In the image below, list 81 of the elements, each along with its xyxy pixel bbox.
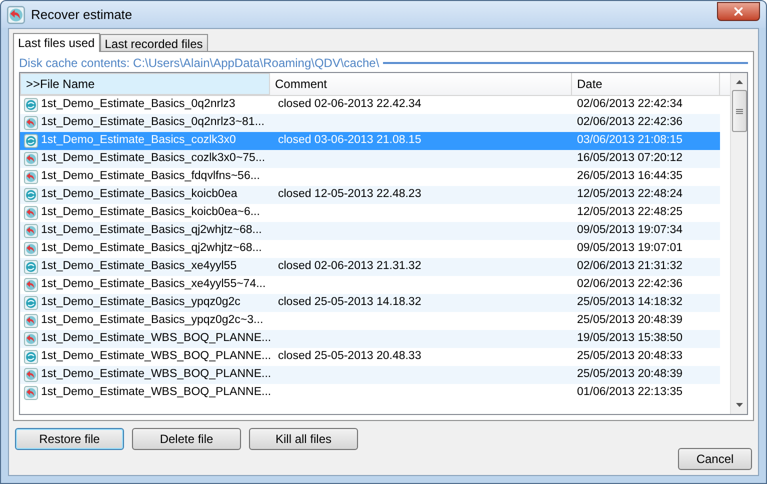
- restore-arrow-icon: [24, 386, 38, 400]
- restore-arrow-icon: [24, 116, 38, 130]
- date-text: 25/05/2013 20:48:39: [577, 368, 683, 380]
- cancel-button[interactable]: Cancel: [678, 448, 752, 470]
- date-text: 09/05/2013 19:07:34: [577, 224, 683, 236]
- file-row[interactable]: 1st_Demo_Estimate_WBS_BOQ_PLANNE... 19/05/2013 15:38:50: [20, 330, 720, 348]
- file-name: 1st_Demo_Estimate_Basics_qj2whjtz~68...: [41, 223, 262, 238]
- comment-text: closed 25-05-2013 20.48.33: [278, 350, 422, 362]
- column-header[interactable]: >>File Name: [20, 73, 270, 95]
- date-text: 25/05/2013 14:18:32: [577, 296, 683, 308]
- restore-arrow-icon: [24, 314, 38, 328]
- scrollbar[interactable]: [730, 73, 747, 414]
- file-name: 1st_Demo_Estimate_WBS_BOQ_PLANNE...: [41, 385, 272, 400]
- globe-icon: [24, 188, 38, 202]
- restore-arrow-icon: [24, 368, 38, 382]
- file-name: 1st_Demo_Estimate_Basics_0q2nrlz3: [41, 97, 236, 112]
- close-icon: [732, 5, 745, 18]
- comment-text: closed 25-05-2013 14.18.32: [278, 296, 422, 308]
- date-text: 19/05/2013 15:38:50: [577, 332, 683, 344]
- file-name: 1st_Demo_Estimate_Basics_qj2whjtz~68...: [41, 241, 262, 256]
- file-name: 1st_Demo_Estimate_Basics_koicb0ea: [41, 187, 238, 202]
- file-name: 1st_Demo_Estimate_Basics_ypqz0g2c~3...: [41, 313, 264, 328]
- file-name: 1st_Demo_Estimate_Basics_cozlk3x0: [41, 133, 236, 148]
- file-name: 1st_Demo_Estimate_Basics_fdqvlfns~56...: [41, 169, 260, 184]
- file-name: 1st_Demo_Estimate_WBS_BOQ_PLANNE...: [41, 331, 272, 346]
- action-button[interactable]: Kill all files: [249, 428, 358, 450]
- date-text: 02/06/2013 22:42:34: [577, 98, 683, 110]
- file-row[interactable]: 1st_Demo_Estimate_Basics_qj2whjtz~68... 09/05/2013 19:07:34: [20, 222, 720, 240]
- date-text: 09/05/2013 19:07:01: [577, 242, 683, 254]
- file-row[interactable]: 1st_Demo_Estimate_WBS_BOQ_PLANNE... 25/05/2013 20:48:39: [20, 366, 720, 384]
- scroll-thumb[interactable]: [732, 90, 746, 132]
- restore-arrow-icon: [24, 224, 38, 238]
- date-text: 12/05/2013 22:48:24: [577, 188, 683, 200]
- window-title: Recover estimate: [31, 6, 132, 24]
- date-text: 02/06/2013 21:31:32: [577, 260, 683, 272]
- restore-arrow-icon: [24, 278, 38, 292]
- comment-text: closed 02-06-2013 21.31.32: [278, 260, 422, 272]
- file-row[interactable]: 1st_Demo_Estimate_Basics_cozlk3x0~75... 16/05/2013 07:20:12: [20, 150, 720, 168]
- file-name: 1st_Demo_Estimate_Basics_koicb0ea~6...: [41, 205, 260, 220]
- column-header[interactable]: Date: [572, 73, 720, 95]
- globe-icon: [24, 260, 38, 274]
- date-text: 01/06/2013 22:13:35: [577, 386, 683, 398]
- file-row[interactable]: 1st_Demo_Estimate_Basics_0q2nrlz3~81... 02/06/2013 22:42:36: [20, 114, 720, 132]
- date-text: 12/05/2013 22:48:25: [577, 206, 683, 218]
- file-name: 1st_Demo_Estimate_Basics_xe4yyl55: [41, 259, 237, 274]
- close-button[interactable]: [717, 2, 760, 21]
- tab[interactable]: Last files used: [13, 33, 100, 52]
- action-button[interactable]: Restore file: [15, 428, 124, 450]
- comment-text: closed 12-05-2013 22.48.23: [278, 188, 422, 200]
- file-name: 1st_Demo_Estimate_Basics_ypqz0g2c: [41, 295, 240, 310]
- file-row[interactable]: 1st_Demo_Estimate_Basics_ypqz0g2c closed 25-05-2013 14.18.32 25/05/2013 14:18:32: [20, 294, 720, 312]
- file-name: 1st_Demo_Estimate_Basics_xe4yyl55~74...: [41, 277, 266, 292]
- file-name: 1st_Demo_Estimate_Basics_cozlk3x0~75...: [41, 151, 266, 166]
- restore-arrow-icon: [24, 332, 38, 346]
- globe-icon: [24, 350, 38, 364]
- file-row[interactable]: 1st_Demo_Estimate_Basics_xe4yyl55 closed 02-06-2013 21.31.32 02/06/2013 21:31:32: [20, 258, 720, 276]
- file-name: 1st_Demo_Estimate_Basics_0q2nrlz3~81...: [41, 115, 264, 130]
- restore-arrow-icon: [24, 242, 38, 256]
- comment-text: closed 03-06-2013 21.08.15: [278, 134, 422, 146]
- globe-icon: [24, 134, 38, 148]
- restore-arrow-icon: [24, 170, 38, 184]
- tab[interactable]: Last recorded files: [100, 34, 208, 51]
- restore-arrow-icon: [24, 206, 38, 220]
- file-row[interactable]: 1st_Demo_Estimate_Basics_koicb0ea closed 12-05-2013 22.48.23 12/05/2013 22:48:24: [20, 186, 720, 204]
- date-text: 02/06/2013 22:42:36: [577, 278, 683, 290]
- globe-icon: [24, 98, 38, 112]
- restore-arrow-icon: [24, 152, 38, 166]
- date-text: 02/06/2013 22:42:36: [577, 116, 683, 128]
- cache-path-label: Disk cache contents: C:\Users\Alain\AppData\Roaming\QDV\cache\: [19, 55, 380, 72]
- date-text: 25/05/2013 20:48:33: [577, 350, 683, 362]
- date-text: 26/05/2013 16:44:35: [577, 170, 683, 182]
- globe-icon: [24, 296, 38, 310]
- date-text: 16/05/2013 07:20:12: [577, 152, 683, 164]
- date-text: 25/05/2013 20:48:39: [577, 314, 683, 326]
- comment-text: closed 02-06-2013 22.42.34: [278, 98, 422, 110]
- column-header[interactable]: Comment: [270, 73, 572, 95]
- action-button[interactable]: Delete file: [132, 428, 241, 450]
- file-name: 1st_Demo_Estimate_WBS_BOQ_PLANNE...: [41, 349, 272, 364]
- date-text: 03/06/2013 21:08:15: [577, 134, 683, 146]
- app-icon: [7, 6, 25, 24]
- file-name: 1st_Demo_Estimate_WBS_BOQ_PLANNE...: [41, 367, 272, 382]
